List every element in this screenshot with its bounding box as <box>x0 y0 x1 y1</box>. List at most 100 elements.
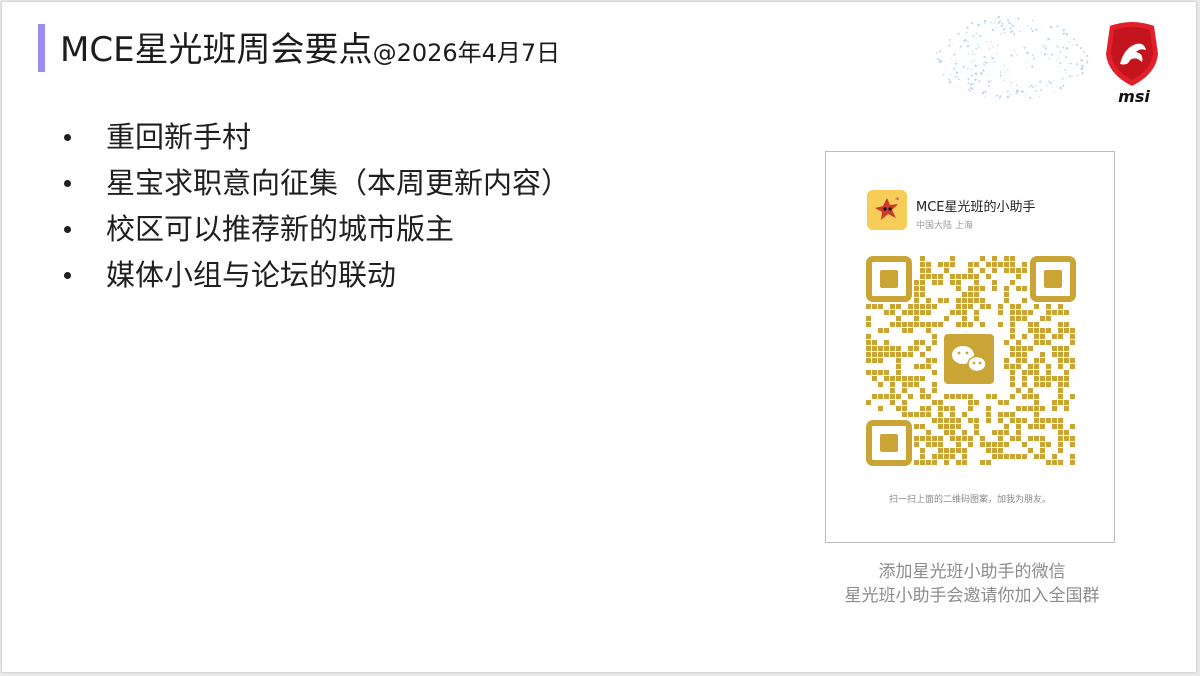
speckle <box>1058 54 1060 56</box>
qr-module <box>932 460 937 465</box>
speckle <box>1068 75 1071 78</box>
speckle <box>1031 19 1034 22</box>
qr-module <box>926 436 931 441</box>
qr-module <box>884 346 889 351</box>
qr-module <box>1034 358 1039 363</box>
qr-module <box>1034 424 1039 429</box>
qr-module <box>878 328 883 333</box>
speckle <box>1058 65 1060 67</box>
qr-module <box>1028 406 1033 411</box>
qr-module <box>920 406 925 411</box>
qr-module <box>1004 430 1009 435</box>
qr-module <box>956 310 961 315</box>
qr-module <box>956 448 961 453</box>
qr-module <box>1052 346 1057 351</box>
speckle <box>967 82 970 85</box>
speckle <box>972 35 975 38</box>
qr-module <box>878 358 883 363</box>
qr-module <box>914 436 919 441</box>
qr-module <box>1058 352 1063 357</box>
qr-module <box>926 364 931 369</box>
bullet-dot-icon <box>64 226 71 233</box>
title-accent-bar <box>38 24 45 72</box>
qr-module <box>1016 418 1021 423</box>
speckle <box>950 41 952 43</box>
qr-module <box>986 406 991 411</box>
speckle <box>1064 68 1067 71</box>
speckle <box>1021 90 1024 93</box>
qr-module <box>872 358 877 363</box>
qr-module <box>1022 298 1027 303</box>
qr-module <box>908 304 913 309</box>
speckle <box>1029 96 1032 100</box>
speckle <box>972 53 974 56</box>
qr-module <box>1034 382 1039 387</box>
speckle <box>1035 28 1038 31</box>
speckle <box>1049 26 1053 29</box>
speckle <box>1025 93 1027 96</box>
qr-module <box>1052 460 1057 465</box>
qr-module <box>1004 268 1009 273</box>
qr-finder-pattern <box>866 256 912 302</box>
qr-module <box>1028 436 1033 441</box>
speckle <box>997 21 1000 25</box>
qr-module <box>1034 340 1039 345</box>
speckle <box>982 66 984 67</box>
qr-module <box>968 304 973 309</box>
speckle <box>1056 25 1059 28</box>
speckle <box>1006 90 1009 93</box>
speckle <box>941 62 943 64</box>
qr-module <box>968 418 973 423</box>
qr-module <box>1016 388 1021 393</box>
qr-module <box>998 262 1003 267</box>
speckle <box>1050 53 1053 56</box>
speckle <box>1015 91 1018 94</box>
speckle <box>1062 32 1065 35</box>
qr-module <box>980 256 985 261</box>
qr-module <box>890 310 895 315</box>
qr-module <box>1004 292 1009 297</box>
qr-module <box>1004 358 1009 363</box>
speckle <box>953 49 955 51</box>
qr-module <box>932 358 937 363</box>
contact-name: MCE星光班的小助手 <box>916 200 1036 215</box>
qr-module <box>968 400 973 405</box>
qr-module <box>1016 406 1021 411</box>
speckle <box>971 68 973 70</box>
qr-module <box>938 454 943 459</box>
qr-module <box>1058 376 1063 381</box>
speckle <box>1056 59 1058 61</box>
qr-module <box>992 454 997 459</box>
qr-module <box>992 394 997 399</box>
qr-module <box>938 298 943 303</box>
qr-module <box>950 436 955 441</box>
speckle <box>1009 27 1012 30</box>
caption-line-1: 添加星光班小助手的微信 <box>878 562 1066 582</box>
qr-module <box>986 442 991 447</box>
qr-module <box>950 310 955 315</box>
qr-module <box>1034 322 1039 327</box>
qr-module <box>1058 436 1063 441</box>
qr-module <box>944 406 949 411</box>
qr-module <box>1004 400 1009 405</box>
qr-module <box>1040 418 1045 423</box>
qr-module <box>1034 418 1039 423</box>
speckle <box>1059 51 1062 53</box>
qr-module <box>1052 334 1057 339</box>
speckle <box>954 62 958 65</box>
speckle <box>1068 62 1070 64</box>
qr-module <box>902 388 907 393</box>
speckle <box>1035 85 1037 87</box>
qr-module <box>1064 400 1069 405</box>
qr-module <box>950 394 955 399</box>
qr-module <box>1040 328 1045 333</box>
speckle <box>1056 53 1058 55</box>
qr-module <box>944 460 949 465</box>
qr-module <box>950 262 955 267</box>
speckle <box>1061 77 1064 80</box>
qr-module <box>1058 334 1063 339</box>
speckle <box>958 78 960 81</box>
qr-module <box>944 448 949 453</box>
qr-module <box>908 352 913 357</box>
qr-module <box>1070 334 1075 339</box>
